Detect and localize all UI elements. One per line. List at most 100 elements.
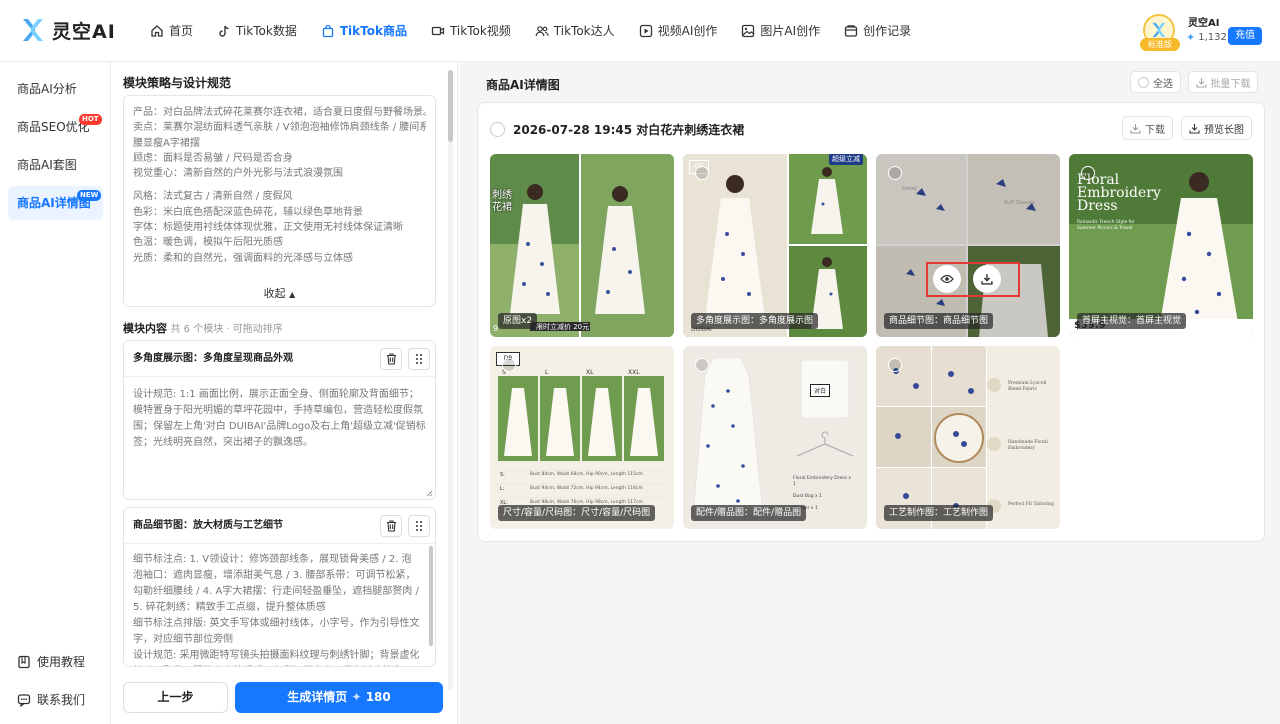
module-body[interactable]: 细节标注点: 1. V领设计：修饰颈部线条，展现锁骨美感 / 2. 泡泡袖口：遮… — [124, 544, 435, 666]
logo-icon — [23, 19, 43, 41]
result-image[interactable]: 刺绣 花裙 限时立减价 20元 9 原图x2 — [490, 154, 674, 337]
result-card: 2026-07-28 19:45 对白花卉刺绣连衣裙 下载 预览长图 刺绣 花裙… — [477, 102, 1265, 542]
sidebar-item-seo[interactable]: 商品SEO优化 HOT — [8, 110, 103, 144]
video-ai-icon — [639, 24, 652, 37]
image-select-radio[interactable] — [888, 166, 902, 180]
module-title: 商品细节图：放大材质与工艺细节 — [133, 520, 283, 531]
recharge-button[interactable]: 充值 — [1228, 27, 1262, 45]
craft-feature: Perfect Fit Tailoring — [1008, 502, 1054, 507]
prev-step-button[interactable]: 上一步 — [123, 682, 228, 713]
size-row-value: Bust 84cm, Waist 68cm, Hip 90cm, Length … — [530, 472, 643, 477]
dress-photo-image — [683, 154, 867, 337]
download-image-button[interactable] — [973, 265, 1001, 293]
strategy-line: 光质：柔和的自然光，强调面料的光泽感与立体感 — [133, 252, 353, 264]
sidebar-contact[interactable]: 联系我们 — [17, 691, 85, 708]
preview-image-button[interactable] — [933, 265, 961, 293]
module-body[interactable]: 设计规范: 1:1 画面比例，展示正面全身、侧面轮廓及背面细节；模特置身于阳光明… — [124, 377, 435, 459]
result-image[interactable]: DB 超级立减 DUIBAI 多角度展示图：多角度展示图 — [683, 154, 867, 337]
panel-scrollbar[interactable] — [448, 70, 453, 690]
sidebar-item-label: 商品AI分析 — [17, 82, 77, 96]
result-image[interactable]: 对白 Floral Embroidery Dress x 1 Dust Bag … — [683, 346, 867, 529]
sidebar-item-ai-analysis[interactable]: 商品AI分析 — [8, 72, 103, 106]
nav-image-ai-label: 图片AI创作 — [760, 24, 821, 38]
select-all-button[interactable]: 全选 — [1130, 71, 1181, 93]
preview-long-label: 预览长图 — [1204, 124, 1244, 136]
craft-feature: Premium Lyocell Blend Fabric — [1008, 381, 1047, 392]
overlay-line: 花裙 — [492, 202, 512, 213]
sidebar-item-ai-detail[interactable]: 商品AI详情图 NEW — [8, 186, 103, 220]
image-select-radio[interactable] — [502, 358, 516, 372]
hero-title-line: Dress — [1077, 198, 1118, 214]
module-panel: 模块策略与设计规范 产品：对白品牌法式碎花莱赛尔连衣裙，适合夏日度假与野餐场景。… — [112, 62, 458, 724]
preview-long-button[interactable]: 预览长图 — [1181, 116, 1252, 140]
nav-tiktok-data-label: TikTok数据 — [236, 24, 297, 38]
result-image[interactable]: DB S L XL XXL S: Bust 84cm, Waist 68cm, … — [490, 346, 674, 529]
module-header: 多角度展示图：多角度呈现商品外观 — [124, 341, 435, 377]
drag-handle[interactable] — [408, 515, 430, 537]
record-download-button[interactable]: 下载 — [1122, 116, 1173, 140]
select-all-label: 全选 — [1153, 78, 1173, 90]
batch-download-button[interactable]: 批量下载 — [1188, 71, 1258, 93]
result-image[interactable]: Detail Puff Sleeves 商品细节图：商品细节图 — [876, 154, 1060, 337]
nav-tiktok-video[interactable]: TikTok视频 — [431, 22, 511, 39]
nav-video-ai[interactable]: 视频AI创作 — [639, 22, 717, 39]
user-panel[interactable]: 标准版 灵空AI ✦ 1,132 充值 — [1140, 12, 1270, 54]
image-caption: 配件/赠品图：配件/赠品图 — [691, 505, 807, 521]
promo-tag: 超级立减 — [829, 154, 863, 165]
nav-tiktok-products[interactable]: TikTok商品 — [321, 22, 407, 39]
dress-photo-image — [490, 154, 674, 337]
sidebar: 商品AI分析 商品SEO优化 HOT 商品AI套图 商品AI详情图 NEW 使用… — [0, 62, 111, 724]
drag-handle[interactable] — [408, 348, 430, 370]
module-scrollbar[interactable] — [429, 546, 433, 646]
video-icon — [431, 26, 445, 35]
download-icon — [1130, 123, 1141, 134]
size-label-l: L — [545, 369, 549, 376]
collapse-label: 收起 — [263, 287, 286, 300]
nav-records-label: 创作记录 — [863, 24, 912, 38]
nav-records[interactable]: 创作记录 — [844, 22, 911, 39]
app-logo[interactable]: 灵空AI — [20, 16, 116, 44]
sidebar-tutorial[interactable]: 使用教程 — [17, 653, 85, 670]
strategy-line: 视觉重心：清新自然的户外光影与法式浪漫氛围 — [133, 168, 343, 180]
record-download-label: 下载 — [1145, 124, 1165, 136]
nav-tiktok-creators[interactable]: TikTok达人 — [535, 22, 615, 39]
sidebar-item-ai-set[interactable]: 商品AI套图 — [8, 148, 103, 182]
trash-icon — [386, 520, 396, 532]
new-badge: NEW — [77, 190, 102, 201]
eye-icon — [940, 274, 954, 284]
image-select-radio[interactable] — [1081, 166, 1095, 180]
results-title: 商品AI详情图 — [486, 78, 560, 92]
nav-tiktok-data[interactable]: TikTok数据 — [217, 22, 297, 39]
shopping-bag-icon — [322, 24, 333, 37]
nav-home-label: 首页 — [169, 24, 194, 38]
strategy-line: 风格：法式复古 / 清新自然 / 度假风 — [133, 191, 293, 203]
size-label-xl: XL — [586, 369, 594, 376]
drag-dots-icon — [416, 354, 422, 364]
record-select-radio[interactable] — [490, 122, 505, 137]
nav-home[interactable]: 首页 — [150, 22, 193, 39]
overlay-text: Detail — [902, 186, 917, 192]
tiktok-icon — [219, 25, 229, 37]
image-select-radio[interactable] — [695, 358, 709, 372]
result-image[interactable]: Floral Embroidery Dress Romantic French … — [1069, 154, 1253, 337]
main-nav: 首页 TikTok数据 TikTok商品 TikTok视频 TikTok达人 视… — [150, 22, 911, 39]
strategy-line: 卖点：莱赛尔混纺面料透气亲肤 / V领泡泡袖修饰肩颈线条 / 腰间系带收 — [133, 122, 426, 134]
delete-button[interactable] — [380, 348, 402, 370]
module-card[interactable]: 商品细节图：放大材质与工艺细节 细节标注点: 1. V领设计：修饰颈部线条，展现… — [123, 507, 436, 667]
image-caption: 尺寸/容量/尺码图：尺寸/容量/尺码图 — [498, 505, 656, 521]
resize-grip-icon[interactable] — [426, 490, 433, 497]
image-caption: 原图x2 — [498, 313, 538, 329]
chat-icon — [17, 693, 31, 707]
module-card[interactable]: 多角度展示图：多角度呈现商品外观 设计规范: 1:1 画面比例，展示正面全身、侧… — [123, 340, 436, 500]
size-row-label: S: — [500, 472, 505, 478]
generate-button[interactable]: 生成详情页 ✦ 180 — [235, 682, 443, 713]
image-select-radio[interactable] — [888, 358, 902, 372]
result-image[interactable]: Premium Lyocell Blend Fabric Handmade Fl… — [876, 346, 1060, 529]
delete-button[interactable] — [380, 515, 402, 537]
collapse-toggle[interactable]: 收起 ▲ — [124, 286, 435, 302]
image-select-radio[interactable] — [695, 166, 709, 180]
nav-image-ai[interactable]: 图片AI创作 — [741, 22, 820, 39]
book-icon — [18, 655, 30, 668]
modules-title: 模块内容 — [123, 322, 167, 335]
nav-tiktok-video-label: TikTok视频 — [449, 24, 511, 38]
